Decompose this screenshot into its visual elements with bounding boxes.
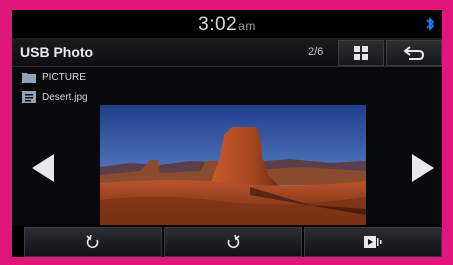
device-bezel: 3:02am USB Photo 2/6 PICTURE Desert.jpg [0, 0, 453, 265]
previous-arrow-icon[interactable] [32, 154, 54, 182]
rotate-right-icon [227, 235, 240, 249]
folder-label: PICTURE [42, 71, 86, 83]
folder-icon [22, 73, 36, 83]
screen: 3:02am USB Photo 2/6 PICTURE Desert.jpg [12, 10, 442, 257]
grid-view-button[interactable] [338, 40, 384, 66]
rotate-right-button[interactable] [164, 227, 302, 257]
file-list: PICTURE Desert.jpg [22, 67, 112, 107]
list-item-folder[interactable]: PICTURE [22, 67, 112, 87]
page-counter: 2/6 [308, 46, 324, 58]
status-bar: 3:02am [12, 10, 442, 38]
back-arrow-icon [403, 46, 425, 60]
file-label: Desert.jpg [42, 91, 88, 103]
clock: 3:02am [12, 14, 442, 36]
page-title: USB Photo [20, 44, 94, 60]
photo-viewer: PICTURE Desert.jpg [12, 67, 442, 225]
image-file-icon [22, 91, 36, 103]
grid-view-icon [354, 46, 368, 60]
clock-time: 3:02 [198, 14, 238, 35]
rotate-left-button[interactable] [24, 227, 162, 257]
bottom-toolbar [12, 225, 442, 257]
header-bar: USB Photo 2/6 [12, 38, 442, 67]
back-button[interactable] [386, 40, 442, 66]
clock-ampm: am [238, 19, 256, 33]
rotate-left-icon [86, 235, 99, 249]
slideshow-button[interactable] [304, 227, 442, 257]
slideshow-icon [364, 236, 382, 248]
bluetooth-icon [426, 16, 435, 32]
next-arrow-icon[interactable] [412, 154, 434, 182]
photo-image [100, 105, 366, 225]
desert-photo [100, 105, 366, 225]
list-item-file[interactable]: Desert.jpg [22, 87, 112, 107]
